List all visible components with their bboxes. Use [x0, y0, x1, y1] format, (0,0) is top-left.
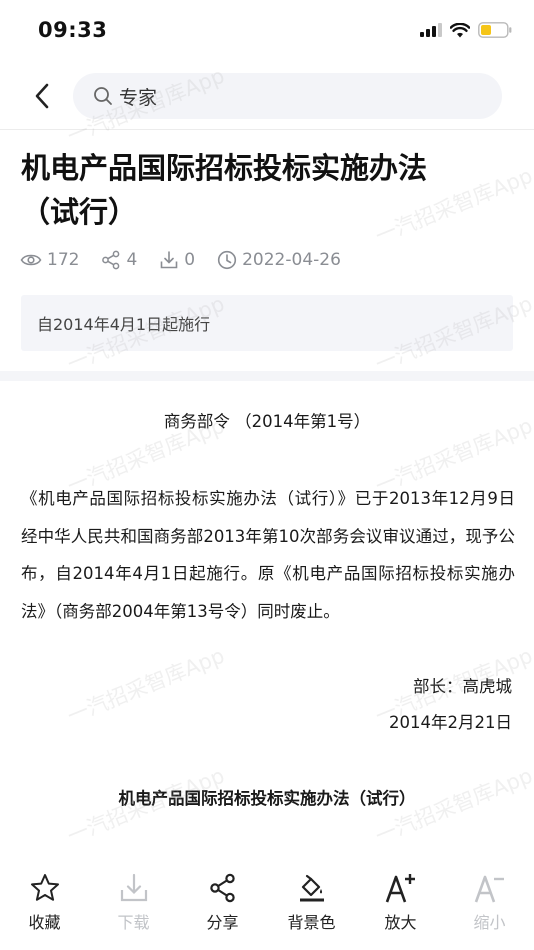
background-color-label: 背景色 [287, 913, 336, 932]
sign-date: 2014年2月21日 [389, 713, 512, 732]
zoom-out-button[interactable]: 缩小 [453, 870, 527, 933]
body-paragraph: 《机电产品国际招标投标实施办法（试行）》已于2013年12月9日经中华人民共和国… [21, 489, 515, 621]
search-text: 专家 [119, 86, 158, 109]
back-button[interactable] [26, 78, 58, 114]
paint-bucket-icon [299, 874, 324, 902]
views-value: 172 [47, 250, 80, 270]
font-decrease-icon [474, 875, 504, 903]
bottom-toolbar: 收藏 下载 分享 背景色 放大 缩小 [0, 870, 534, 950]
share-label: 分享 [206, 913, 239, 932]
status-icons [420, 22, 512, 38]
article-meta: 172 4 0 2022-04-26 [20, 248, 363, 272]
order-line: 商务部令 （2014年第1号） [163, 412, 371, 431]
watermark: 一汽招采智库App [63, 643, 228, 729]
search-box[interactable]: 专家 [73, 73, 502, 119]
share-icon [102, 250, 120, 270]
section-title: 机电产品国际招标投标实施办法（试行） [118, 789, 416, 808]
status-bar: 09:33 [0, 0, 534, 64]
shares-value: 4 [126, 250, 138, 270]
star-icon [30, 874, 59, 901]
clock-icon [218, 250, 237, 270]
signer: 部长：高虎城 [413, 677, 512, 696]
downloads-value: 0 [184, 250, 196, 270]
favorite-label: 收藏 [28, 913, 61, 932]
header: 专家 [0, 64, 534, 130]
shares-count: 4 [101, 250, 137, 270]
download-icon [120, 873, 147, 902]
publish-date: 2022-04-26 [217, 250, 341, 270]
battery-icon [478, 22, 512, 38]
download-icon [160, 251, 178, 269]
effective-notice: 自2014年4月1日起施行 [21, 295, 513, 351]
chevron-left-icon [35, 83, 49, 109]
zoom-in-button[interactable]: 放大 [364, 870, 438, 933]
downloads-count: 0 [159, 250, 195, 270]
share-button[interactable]: 分享 [186, 870, 260, 933]
section-divider [0, 371, 534, 381]
download-label: 下载 [117, 913, 150, 932]
share-icon [209, 873, 235, 903]
article-title: 机电产品国际招标投标实施办法（试行） [21, 151, 428, 229]
eye-icon [20, 254, 42, 266]
wifi-icon [450, 22, 470, 37]
search-icon [94, 87, 112, 105]
zoom-in-label: 放大 [384, 913, 417, 932]
background-color-button[interactable]: 背景色 [275, 870, 349, 933]
font-increase-icon [385, 874, 415, 903]
status-time: 09:33 [38, 18, 108, 42]
views-count: 172 [20, 250, 79, 270]
date-value: 2022-04-26 [242, 250, 341, 270]
favorite-button[interactable]: 收藏 [8, 870, 82, 933]
signal-icon [420, 23, 442, 37]
download-button[interactable]: 下载 [97, 870, 171, 933]
zoom-out-label: 缩小 [473, 913, 506, 932]
